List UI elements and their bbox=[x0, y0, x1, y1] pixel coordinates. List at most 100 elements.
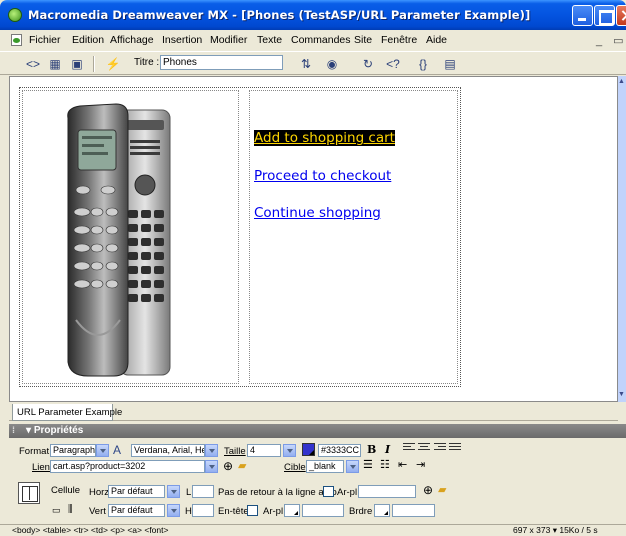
horz-align-select[interactable]: Par défaut bbox=[108, 485, 165, 498]
refresh-icon[interactable]: ↻ bbox=[359, 56, 377, 72]
split-view-icon[interactable]: ▦ bbox=[46, 56, 64, 72]
view-options-icon[interactable]: ▤ bbox=[441, 56, 459, 72]
border-color-swatch[interactable] bbox=[374, 504, 390, 517]
code-view-icon[interactable]: <> bbox=[24, 56, 42, 72]
ordered-list-icon[interactable]: ☷ bbox=[380, 458, 390, 471]
text-color-swatch[interactable] bbox=[302, 443, 315, 456]
header-checkbox[interactable] bbox=[247, 505, 258, 516]
target-select[interactable]: _blank bbox=[306, 460, 344, 473]
maximize-button[interactable] bbox=[594, 5, 615, 26]
braces-icon[interactable]: {} bbox=[414, 56, 432, 72]
align-center-icon[interactable] bbox=[418, 443, 430, 453]
menu-commandes[interactable]: Commandes bbox=[291, 34, 351, 46]
vert-dropdown-icon[interactable] bbox=[167, 504, 180, 517]
nowrap-checkbox[interactable] bbox=[323, 486, 334, 497]
bgcolor-swatch[interactable] bbox=[284, 504, 300, 517]
title-bar[interactable]: Macromedia Dreamweaver MX - [Phones (Tes… bbox=[0, 0, 626, 30]
format-dropdown-icon[interactable] bbox=[96, 444, 109, 457]
minimize-button[interactable] bbox=[572, 5, 593, 26]
point-to-file-icon[interactable]: ⊕ bbox=[223, 459, 233, 473]
background-url-input[interactable] bbox=[358, 485, 416, 498]
horz-dropdown-icon[interactable] bbox=[167, 485, 180, 498]
tab-url-parameter-example[interactable]: URL Parameter Example bbox=[12, 404, 122, 421]
menu-insertion[interactable]: Insertion bbox=[162, 34, 202, 46]
preview-icon[interactable]: ◉ bbox=[323, 56, 341, 72]
size-label: Taille bbox=[224, 446, 246, 457]
size-select[interactable]: 4 bbox=[247, 444, 281, 457]
menu-aide[interactable]: Aide bbox=[426, 34, 447, 46]
merge-cells-icon[interactable]: ▭ bbox=[52, 505, 61, 516]
continue-shopping-link[interactable]: Continue shopping bbox=[254, 205, 381, 221]
font-select[interactable]: Verdana, Arial, Hel bbox=[131, 444, 205, 457]
menu-edition[interactable]: Edition bbox=[72, 34, 104, 46]
menu-fichier[interactable]: Fichier bbox=[29, 34, 61, 46]
menu-fenetre[interactable]: Fenêtre bbox=[381, 34, 417, 46]
link-url-input[interactable]: cart.asp?product=3202 bbox=[50, 460, 205, 473]
bg-browse-folder-icon[interactable]: ▰ bbox=[438, 483, 446, 496]
border-label: Brdre bbox=[349, 506, 373, 517]
menu-site[interactable]: Site bbox=[354, 34, 372, 46]
cell-height-input[interactable] bbox=[192, 504, 214, 517]
size-dropdown-icon[interactable] bbox=[283, 444, 296, 457]
nokia-phone-image[interactable] bbox=[58, 100, 178, 380]
nowrap-label: Pas de retour à la ligne auto bbox=[218, 487, 337, 498]
window-title: Macromedia Dreamweaver MX - [Phones (Tes… bbox=[28, 8, 531, 22]
window-dimensions[interactable]: 697 x 373 bbox=[513, 525, 550, 535]
background-label: Ar-pl bbox=[337, 487, 358, 498]
code-nav-icon[interactable]: <?> bbox=[384, 56, 402, 87]
tag-selector[interactable]: <body> <table> <tr> <td> <p> <a> <font> bbox=[12, 525, 168, 535]
indent-icon[interactable]: ⇥ bbox=[416, 458, 425, 471]
border-color-input[interactable] bbox=[392, 504, 435, 517]
page-title-input[interactable]: Phones bbox=[160, 55, 283, 70]
table-cell-icon bbox=[18, 482, 40, 504]
toolbar-separator bbox=[93, 56, 95, 72]
align-right-icon[interactable] bbox=[434, 443, 446, 453]
align-justify-icon[interactable] bbox=[449, 443, 461, 453]
dreamweaver-window: Macromedia Dreamweaver MX - [Phones (Tes… bbox=[0, 0, 626, 536]
color-hex-field[interactable]: #3333CC bbox=[318, 444, 361, 457]
checkout-link[interactable]: Proceed to checkout bbox=[254, 168, 391, 184]
cell-label: Cellule bbox=[51, 485, 81, 496]
bgcolor-hex-input[interactable] bbox=[302, 504, 344, 517]
cell-width-input[interactable] bbox=[192, 485, 214, 498]
header-label: En-tête bbox=[218, 506, 249, 517]
properties-panel-header[interactable]: ⁞ ▾ Propriétés bbox=[9, 424, 626, 438]
font-dropdown-icon[interactable] bbox=[205, 444, 218, 457]
properties-title: ▾ Propriétés bbox=[26, 425, 84, 436]
font-style-icon[interactable]: A bbox=[113, 443, 121, 457]
unordered-list-icon[interactable]: ☰ bbox=[363, 458, 373, 471]
menu-modifier[interactable]: Modifier bbox=[210, 34, 247, 46]
live-data-icon[interactable]: ⚡ bbox=[104, 56, 122, 72]
browse-folder-icon[interactable]: ▰ bbox=[238, 459, 246, 472]
link-dropdown-icon[interactable] bbox=[205, 460, 218, 473]
split-cell-icon[interactable]: ⫼ bbox=[68, 504, 73, 515]
bg-point-to-file-icon[interactable]: ⊕ bbox=[423, 483, 433, 497]
italic-button[interactable]: I bbox=[385, 443, 390, 456]
document-window-controls[interactable]: _ ▭ bbox=[596, 34, 626, 47]
menu-affichage[interactable]: Affichage bbox=[110, 34, 154, 46]
width-label: L bbox=[186, 487, 192, 498]
align-left-icon[interactable] bbox=[403, 443, 415, 453]
format-select[interactable]: Paragraphe bbox=[50, 444, 96, 457]
add-to-cart-link[interactable]: Add to shopping cart bbox=[254, 130, 395, 146]
target-dropdown-icon[interactable] bbox=[346, 460, 359, 473]
window-size-info[interactable]: 697 x 373 ▾ 15Ko / 5 s bbox=[513, 525, 598, 536]
vert-align-select[interactable]: Par défaut bbox=[108, 504, 165, 517]
close-button[interactable] bbox=[616, 5, 626, 26]
file-management-icon[interactable]: ⇅ bbox=[297, 56, 315, 72]
menu-texte[interactable]: Texte bbox=[257, 34, 282, 46]
document-icon[interactable] bbox=[11, 34, 22, 46]
horz-label: Horz bbox=[89, 487, 110, 498]
outdent-icon[interactable]: ⇤ bbox=[398, 458, 407, 471]
design-view-icon[interactable]: ▣ bbox=[68, 56, 86, 72]
format-label: Format bbox=[19, 446, 50, 457]
scroll-down-icon[interactable]: ▼ bbox=[618, 391, 625, 398]
title-label: Titre : bbox=[134, 57, 160, 68]
dreamweaver-app-icon[interactable] bbox=[8, 8, 22, 22]
vertical-scrollbar[interactable]: ▲ ▼ bbox=[618, 76, 626, 402]
scroll-up-icon[interactable]: ▲ bbox=[618, 78, 625, 85]
bgcolor-label: Ar-pl bbox=[263, 506, 284, 517]
link-label: Lien bbox=[32, 462, 50, 473]
bold-button[interactable]: B bbox=[367, 443, 376, 456]
panel-grip-icon[interactable]: ⁞ bbox=[12, 425, 15, 435]
